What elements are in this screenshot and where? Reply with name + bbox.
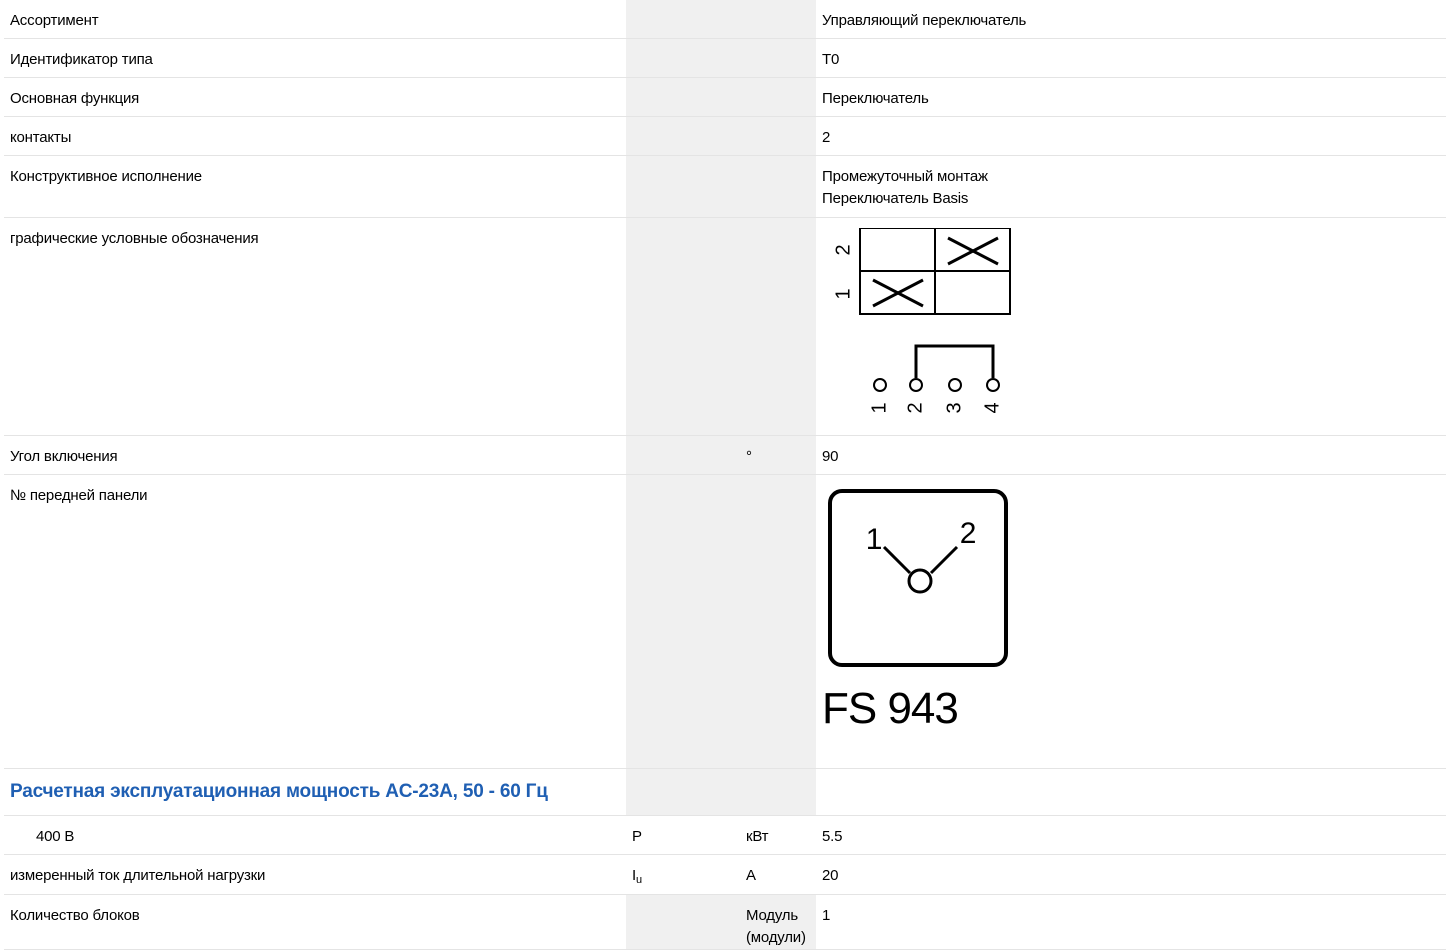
row-label: Ассортимент	[4, 0, 626, 39]
table-row: графические условные обозначения 2 1 1 2…	[4, 217, 1446, 436]
terminal-label-2: 2	[904, 402, 926, 413]
position-label-1: 1	[866, 523, 883, 556]
table-row: Конструктивное исполнение Промежуточный …	[4, 155, 1446, 218]
row-label: Основная функция	[4, 77, 626, 117]
row-value: 2 1 1 2 3 4	[816, 217, 1446, 436]
row-symbol: Iu	[626, 854, 740, 895]
row-label: измеренный ток длительной нагрузки	[4, 854, 626, 895]
position-label-2: 2	[960, 517, 977, 550]
switching-diagram: 2 1 1 2 3 4	[832, 227, 1011, 413]
row-value: Управляющий переключатель	[816, 0, 1446, 39]
row-value: 2	[816, 116, 1446, 156]
row-value: 1 2 FS 943	[816, 474, 1446, 769]
front-plate-code: FS 943	[822, 684, 959, 733]
selector-lever	[882, 545, 959, 594]
row-symbol: P	[626, 815, 740, 855]
row-value: Переключатель	[816, 77, 1446, 117]
row-unit: Модуль (модули)	[740, 894, 816, 950]
table-row: Ассортимент Управляющий переключатель	[4, 0, 1446, 39]
cross-mark-row1-col1	[872, 278, 924, 308]
row-value: T0	[816, 38, 1446, 78]
row-label: 400 В	[4, 815, 626, 855]
row-value: 90	[816, 435, 1446, 475]
row-label: Количество блоков	[4, 894, 626, 950]
design-line-2: Переключатель Basis	[822, 190, 969, 207]
terminal-label-4: 4	[981, 402, 1003, 413]
terminal-label-1: 1	[868, 402, 890, 413]
row-label: Конструктивное исполнение	[4, 155, 626, 218]
diagram-row-label-2: 2	[832, 244, 854, 255]
table-row: контакты 2	[4, 116, 1446, 156]
row-value: 1	[816, 894, 1446, 950]
table-row: 400 В P кВт 5.5	[4, 815, 1446, 855]
design-line-1: Промежуточный монтаж	[822, 168, 988, 185]
table-row: Угол включения ° 90	[4, 435, 1446, 475]
row-label: графические условные обозначения	[4, 217, 626, 436]
row-label: Идентификатор типа	[4, 38, 626, 78]
table-row: Идентификатор типа T0	[4, 38, 1446, 78]
row-label: № передней панели	[4, 474, 626, 769]
table-row: Количество блоков Модуль (модули) 1	[4, 894, 1446, 950]
diagram-row-label-1: 1	[832, 288, 854, 299]
terminal-label-3: 3	[943, 402, 965, 413]
spec-table: Ассортимент Управляющий переключатель Ид…	[4, 0, 1446, 950]
table-row: Расчетная эксплуатационная мощность AC-2…	[4, 768, 1446, 816]
terminal-circles	[873, 378, 1000, 392]
row-value: Промежуточный монтаж Переключатель Basis	[816, 155, 1446, 218]
table-row: № передней панели 1 2 FS 943	[4, 474, 1446, 769]
table-row: измеренный ток длительной нагрузки Iu A …	[4, 854, 1446, 895]
row-label: Угол включения	[4, 435, 626, 475]
row-unit: A	[740, 854, 816, 895]
row-label: контакты	[4, 116, 626, 156]
row-value: 5.5	[816, 815, 1446, 855]
front-plate-diagram: 1 2	[828, 489, 1008, 667]
row-unit: кВт	[740, 815, 816, 855]
row-unit: °	[740, 435, 816, 475]
table-row: Основная функция Переключатель	[4, 77, 1446, 117]
cross-mark-row2-col2	[947, 236, 999, 266]
terminal-bridge	[914, 344, 995, 378]
section-heading: Расчетная эксплуатационная мощность AC-2…	[4, 768, 626, 816]
row-value: 20	[816, 854, 1446, 895]
